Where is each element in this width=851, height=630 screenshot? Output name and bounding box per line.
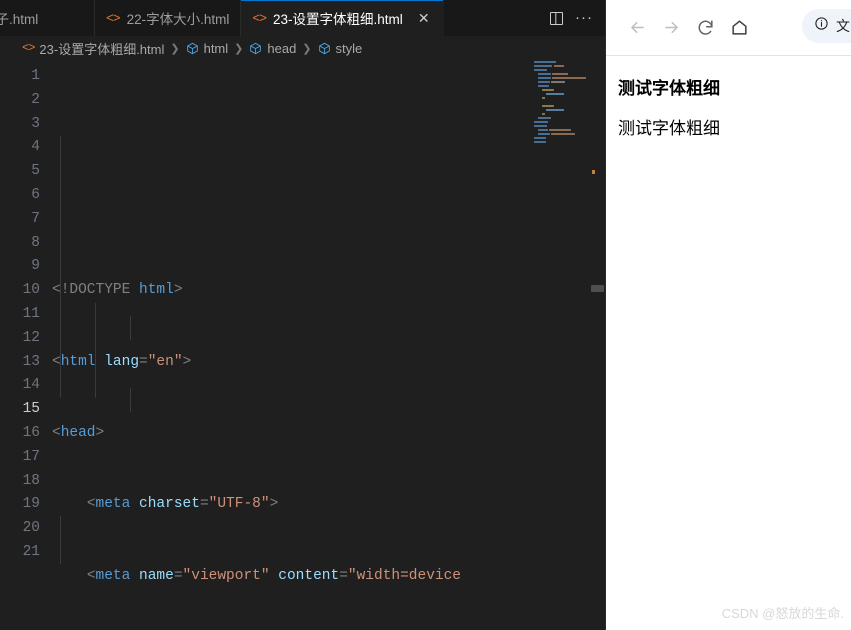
- line-number: 19: [22, 496, 40, 513]
- indent-guide: [130, 316, 131, 340]
- line-number: 7: [31, 210, 40, 227]
- editor-tab-bar: 盒子.html <> 22-字体大小.html <> 23-设置字体粗细.htm…: [0, 0, 605, 36]
- breadcrumb-label-file: 23-设置字体粗细.html: [39, 41, 165, 57]
- line-number: 13: [22, 353, 40, 370]
- code-editor[interactable]: 1 2 3 4 5 6 7 8 9 10 11 12 13 14 15 16 1…: [0, 60, 605, 630]
- tab-item-0[interactable]: 盒子.html: [0, 0, 95, 36]
- breadcrumb-item-html[interactable]: html: [186, 40, 229, 56]
- vscode-with-browser-preview: 盒子.html <> 22-字体大小.html <> 23-设置字体粗细.htm…: [0, 0, 851, 630]
- line-number: 12: [22, 329, 40, 346]
- code-line-5: <meta name="viewport" content="width=dev…: [86, 567, 462, 584]
- line-number: 18: [22, 472, 40, 489]
- address-bar[interactable]: 文: [802, 9, 851, 43]
- line-number: 11: [22, 305, 40, 322]
- minimap[interactable]: [532, 60, 590, 630]
- html-file-icon: <>: [252, 10, 267, 26]
- rendered-page: 测试字体粗细 测试字体粗细 CSDN @怒放的生命.: [606, 56, 851, 630]
- close-icon[interactable]: ✕: [416, 11, 432, 25]
- breadcrumb-separator: ❯: [170, 42, 180, 55]
- strong-paragraph: 测试字体粗细: [618, 79, 720, 98]
- browser-toolbar: 文: [606, 0, 851, 56]
- watermark: CSDN @怒放的生命.: [721, 606, 844, 621]
- indent-guide: [60, 516, 61, 564]
- breadcrumb-item-file[interactable]: <> 23-设置字体粗细.html: [22, 39, 164, 58]
- back-arrow-icon[interactable]: [620, 11, 654, 45]
- breadcrumb-item-head[interactable]: head: [249, 41, 296, 56]
- code-line-2: <html lang="en">: [52, 353, 192, 370]
- code-line-1: <!DOCTYPE html>: [52, 282, 183, 299]
- line-number: 4: [31, 139, 40, 156]
- line-number: 10: [22, 282, 40, 299]
- tab-label-1: 22-字体大小.html: [126, 12, 230, 27]
- normal-div: 测试字体粗细: [618, 119, 720, 139]
- symbol-field-icon: [186, 42, 199, 55]
- line-number: 5: [31, 163, 40, 180]
- breadcrumb-separator: ❯: [234, 42, 244, 55]
- code-line-4: <meta charset="UTF-8">: [86, 496, 279, 513]
- breadcrumb-label-style: style: [335, 40, 363, 56]
- info-circle-icon[interactable]: [814, 16, 829, 36]
- line-number: 1: [31, 68, 40, 84]
- reload-icon[interactable]: [688, 11, 722, 45]
- line-number-active: 15: [22, 401, 40, 418]
- breadcrumb: <> 23-设置字体粗细.html ❯ html ❯ head ❯ style: [0, 36, 605, 60]
- scrollbar-slider[interactable]: [591, 285, 604, 292]
- breadcrumb-label-html: html: [203, 40, 229, 56]
- line-number: 6: [31, 186, 40, 203]
- browser-preview-pane: 文 测试字体粗细 测试字体粗细 CSDN @怒放的生命.: [606, 0, 851, 630]
- symbol-field-icon: [249, 42, 262, 55]
- line-number: 21: [22, 543, 40, 560]
- line-number: 20: [22, 520, 40, 537]
- code-content[interactable]: <!DOCTYPE html> <html lang="en"> <head> …: [52, 60, 605, 630]
- tab-item-1[interactable]: <> 22-字体大小.html: [95, 0, 242, 36]
- tab-label-0: 盒子.html: [0, 12, 39, 27]
- code-line-3: <head>: [52, 424, 105, 441]
- line-number: 8: [31, 234, 40, 251]
- line-number: 14: [22, 377, 40, 394]
- breadcrumb-label-head: head: [267, 40, 297, 56]
- line-number: 2: [31, 91, 40, 108]
- line-number-gutter: 1 2 3 4 5 6 7 8 9 10 11 12 13 14 15 16 1…: [0, 60, 52, 630]
- tab-item-2[interactable]: <> 23-设置字体粗细.html ✕: [241, 0, 444, 36]
- forward-arrow-icon[interactable]: [654, 11, 688, 45]
- editor-scrollbar[interactable]: [590, 60, 605, 630]
- more-actions-icon[interactable]: ···: [571, 5, 597, 31]
- breadcrumb-separator: ❯: [302, 42, 312, 55]
- line-number: 3: [31, 115, 40, 132]
- html-file-icon: <>: [22, 41, 35, 55]
- tab-label-2: 23-设置字体粗细.html: [273, 12, 403, 27]
- indent-guide: [130, 388, 131, 412]
- split-editor-icon[interactable]: [543, 5, 569, 31]
- html-file-icon: <>: [106, 10, 121, 26]
- address-bar-text: 文: [836, 18, 850, 34]
- line-number: 17: [22, 448, 40, 465]
- line-number: 9: [31, 258, 40, 275]
- editor-pane: 盒子.html <> 22-字体大小.html <> 23-设置字体粗细.htm…: [0, 0, 605, 630]
- breadcrumb-item-style[interactable]: style: [318, 40, 363, 56]
- tab-bar-actions: ···: [535, 0, 605, 36]
- overview-ruler-mark: [592, 170, 595, 174]
- symbol-field-icon: [318, 42, 331, 55]
- home-icon[interactable]: [722, 11, 756, 45]
- line-number: 16: [22, 424, 40, 441]
